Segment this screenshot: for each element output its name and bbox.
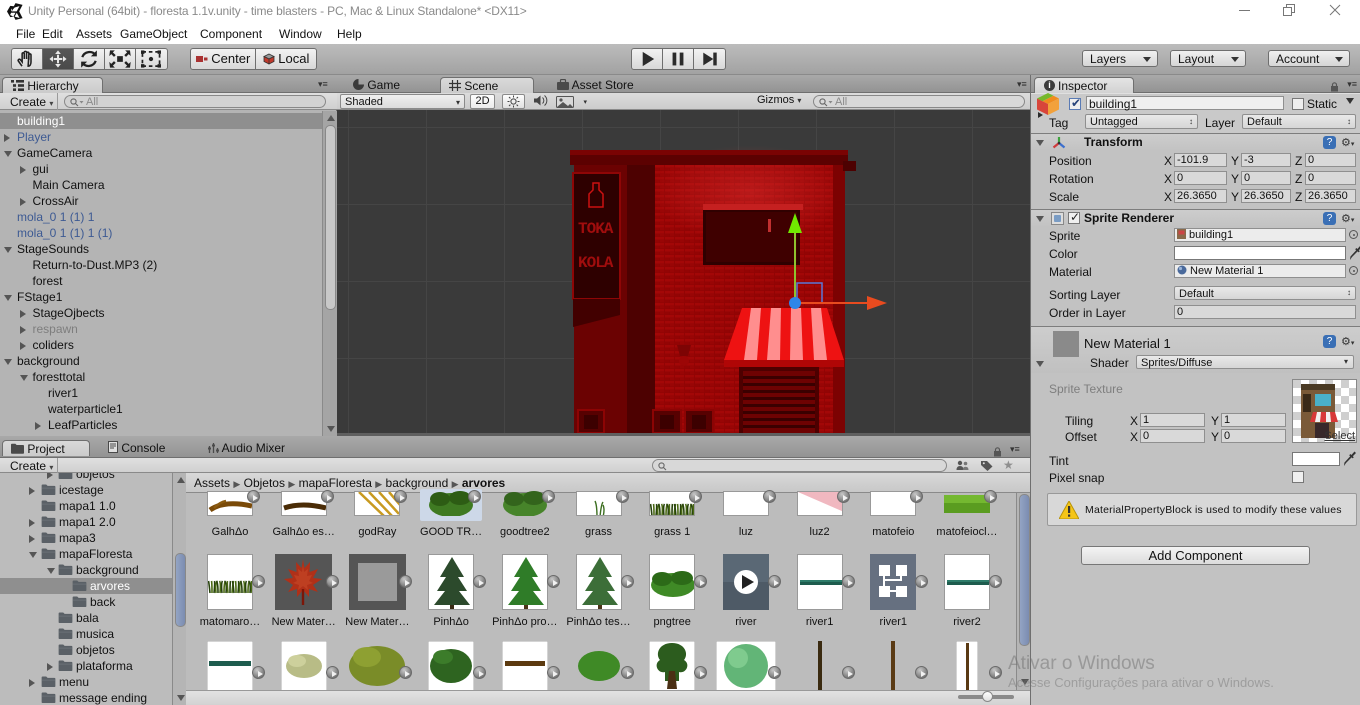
svg-text:KOLA: KOLA xyxy=(578,254,614,272)
svg-text:TOKA: TOKA xyxy=(578,220,614,238)
